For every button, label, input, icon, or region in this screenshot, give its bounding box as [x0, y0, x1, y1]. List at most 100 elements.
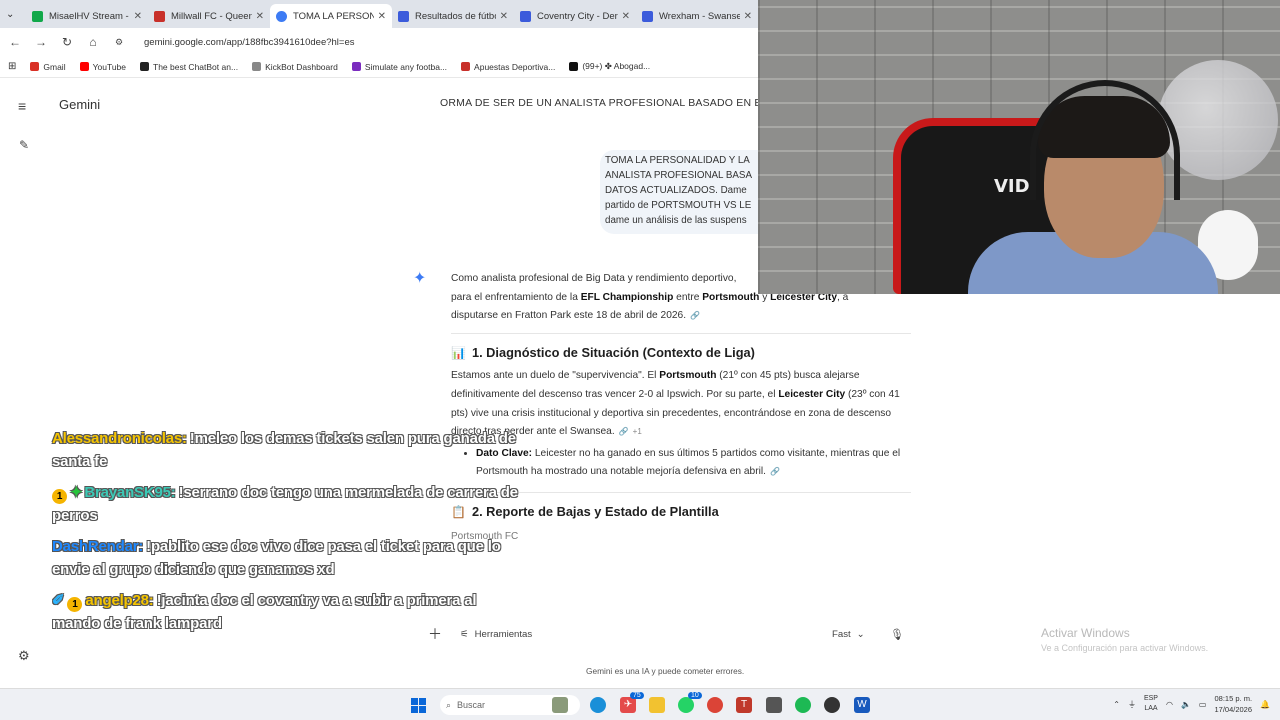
simulate-icon [351, 62, 361, 71]
clock[interactable]: 08:15 p. m. 17/04/2026 [1214, 693, 1252, 715]
tab-millwall[interactable]: Millwall FC - Queens ✕ [148, 4, 270, 28]
spotify-icon[interactable] [795, 697, 811, 713]
prompt-line: ANALISTA PROFESIONAL BASA [605, 170, 753, 181]
bookmark-kickbot[interactable]: KickBot Dashboard [252, 62, 338, 72]
tab-misaelhv[interactable]: MisaelHV Stream - W ✕ [26, 4, 148, 28]
bookmark-youtube[interactable]: YouTube [79, 61, 126, 72]
site-info-icon[interactable]: ⚙ [112, 37, 126, 48]
edge-icon[interactable] [590, 697, 606, 713]
conversation-title[interactable]: ORMA DE SER DE UN ANALISTA PROFESIONAL B… [440, 97, 758, 109]
search-placeholder: Buscar [457, 700, 486, 710]
new-chat-icon[interactable]: ✎ [19, 138, 29, 152]
league-name: EFL Championship [580, 291, 674, 303]
speaker-icon[interactable]: 🔈 [1181, 700, 1191, 709]
browser-toolbar: ← → ↻ ⌂ ⚙ gemini.google.com/app/188fbc39… [0, 28, 760, 56]
bookmark-gmail[interactable]: Gmail [30, 61, 66, 72]
telegram-icon[interactable]: ✈ [620, 697, 636, 713]
subscriber-badge-icon: 1 [67, 597, 83, 612]
settings-gear-icon[interactable]: ⚙ [18, 648, 30, 664]
app-title: Gemini [59, 97, 101, 112]
user-prompt-bubble: TOMA LA PERSONALIDAD Y LA ANALISTA PROFE… [600, 150, 758, 234]
chat-username: angelp28: [85, 592, 154, 609]
team-name: Portsmouth [659, 370, 717, 382]
clock-time: 08:15 p. m. [1214, 694, 1253, 703]
chat-username: DashRendar: [52, 538, 144, 555]
whatsapp-icon[interactable] [678, 697, 694, 713]
wand-badge-icon: ✐ [52, 592, 65, 609]
prompt-line: dame un análisis de las suspens [605, 215, 747, 226]
tab-resultados[interactable]: Resultados de fútbol ✕ [392, 4, 514, 28]
bookmark-simulate[interactable]: Simulate any footba... [351, 62, 447, 72]
youtube-icon [79, 62, 89, 71]
word-icon[interactable]: W [854, 697, 870, 713]
address-bar[interactable]: gemini.google.com/app/188fbc3941610dee?h… [144, 37, 354, 48]
chair-logo-text: VID [994, 176, 1030, 197]
citation-count[interactable]: +1 [633, 427, 642, 436]
apps-grid-icon[interactable]: ⊞ [8, 61, 16, 72]
chat-message: 1 ✦ BrayanSK95: !serrano doc tengo una merm… [52, 482, 522, 527]
team-name: Portsmouth [702, 291, 760, 303]
windows-start-icon[interactable] [411, 698, 426, 713]
home-icon[interactable]: ⌂ [86, 35, 100, 49]
model-mode-selector[interactable]: Fast ⌄ [832, 629, 865, 640]
close-tab-icon[interactable]: ✕ [256, 11, 264, 22]
favicon-icon [520, 10, 531, 22]
tab-coventry[interactable]: Coventry City - Derb ✕ [514, 4, 636, 28]
close-tab-icon[interactable]: ✕ [622, 11, 630, 22]
bullet-list: Dato Clave: Leicester no ha ganado en su… [476, 445, 911, 482]
kickbot-icon [252, 62, 262, 71]
language-indicator[interactable]: ESP LAA [1144, 694, 1158, 714]
bookmark-tiktok[interactable]: (99+) ✤ Abogad... [569, 61, 650, 72]
game-thumbnail-icon[interactable] [552, 697, 568, 713]
microphone-icon[interactable]: 🎙 [890, 628, 904, 641]
notifications-icon[interactable]: 🔔 [1260, 700, 1270, 709]
source-link-icon[interactable]: 🔗 [690, 311, 700, 320]
sparkle-badge-icon: ✦ [70, 484, 83, 501]
file-explorer-icon[interactable] [649, 697, 665, 713]
chevron-up-icon[interactable]: ⌃ [1113, 700, 1120, 709]
calculator-icon[interactable] [766, 697, 782, 713]
team-name: Leicester City [778, 388, 846, 400]
close-tab-icon[interactable]: ✕ [134, 11, 142, 22]
para-text: Estamos ante un duelo de "supervivencia"… [451, 370, 660, 382]
close-tab-icon[interactable]: ✕ [378, 11, 386, 22]
reload-icon[interactable]: ↻ [60, 35, 74, 49]
text-editor-icon[interactable]: T [736, 697, 752, 713]
favicon-icon [32, 10, 43, 22]
usb-icon[interactable]: ⏚ [1128, 699, 1136, 710]
obs-icon[interactable] [824, 697, 840, 713]
stream-chat-overlay: Alessandronicolas: !meleo los demas ticke… [52, 428, 522, 644]
wifi-icon[interactable]: ◠ [1166, 700, 1173, 709]
chat-message: Alessandronicolas: !meleo los demas ticke… [52, 428, 522, 473]
tab-gemini-active[interactable]: TOMA LA PERSONAL ✕ [270, 4, 392, 28]
bookmark-label: Apuestas Deportiva... [474, 61, 556, 72]
whatsapp-badge: 10 [688, 692, 702, 699]
gemini-favicon-icon [276, 10, 287, 22]
hamburger-menu-icon[interactable]: ≡ [18, 98, 26, 114]
search-icon: ⌕ [446, 699, 452, 710]
windows-taskbar: ⌕ Buscar ✈ 75 10 T W ⌃ ⏚ ESP LAA ◠ 🔈 ▭ 08:… [0, 688, 1280, 720]
tab-search-chevron-icon[interactable]: ⌄ [6, 9, 20, 20]
tab-title: Wrexham - Swansea [659, 10, 740, 22]
bookmark-label: Gmail [43, 61, 66, 72]
disclaimer-text: Gemini es una IA y puede cometer errores… [586, 666, 745, 676]
close-tab-icon[interactable]: ✕ [744, 11, 752, 22]
source-link-icon[interactable]: 🔗 [619, 427, 629, 436]
bookmark-label: YouTube [92, 61, 126, 72]
bookmark-chatbot[interactable]: The best ChatBot an... [140, 62, 238, 72]
tab-strip: ⌄ MisaelHV Stream - W ✕ Millwall FC - Qu… [0, 0, 760, 28]
mode-label: Fast [832, 628, 851, 640]
activate-windows-hint: Ve a Configuración para activar Windows. [1041, 643, 1209, 653]
tab-wrexham[interactable]: Wrexham - Swansea ✕ [636, 4, 758, 28]
prompt-line: TOMA LA PERSONALIDAD Y LA [605, 155, 750, 166]
battery-icon[interactable]: ▭ [1199, 700, 1207, 709]
list-item: Dato Clave: Leicester no ha ganado en su… [476, 445, 911, 482]
chrome-icon[interactable] [707, 697, 723, 713]
bookmark-apuestas[interactable]: Apuestas Deportiva... [461, 62, 555, 72]
forward-arrow-icon[interactable]: → [34, 35, 48, 49]
back-arrow-icon[interactable]: ← [8, 35, 22, 49]
bullet-text: Leicester no ha ganado en sus últimos 5 … [476, 447, 901, 478]
chat-username: Alessandronicolas: [52, 430, 187, 447]
close-tab-icon[interactable]: ✕ [500, 11, 508, 22]
source-link-icon[interactable]: 🔗 [770, 467, 780, 476]
